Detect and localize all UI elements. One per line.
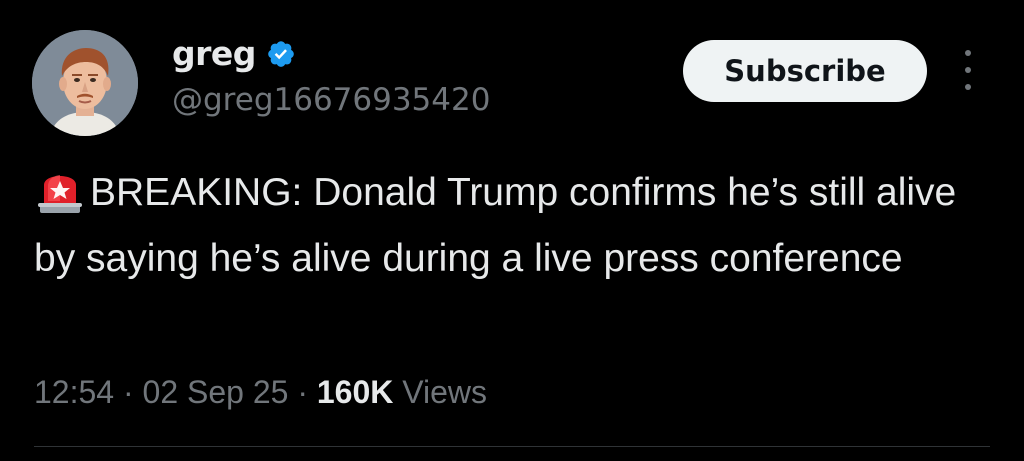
subscribe-button[interactable]: Subscribe — [683, 40, 927, 102]
display-name[interactable]: greg — [172, 34, 256, 74]
more-dot — [965, 67, 971, 73]
profile-photo-icon — [32, 30, 138, 136]
more-dot — [965, 84, 971, 90]
meta-separator: · — [297, 374, 308, 410]
author-name-row[interactable]: greg — [172, 34, 296, 74]
meta-separator: · — [122, 374, 134, 410]
tweet-card: greg @greg16676935420 Subscribe BREAKING… — [0, 0, 1024, 461]
tweet-text: BREAKING: Donald Trump confirms he’s sti… — [34, 160, 994, 292]
tweet-date[interactable]: 02 Sep 25 — [143, 374, 289, 410]
user-handle[interactable]: @greg16676935420 — [172, 80, 490, 120]
views-label: Views — [402, 374, 488, 410]
verified-badge-icon[interactable] — [266, 39, 296, 69]
avatar[interactable] — [32, 30, 138, 136]
divider — [34, 446, 990, 447]
tweet-time[interactable]: 12:54 — [34, 374, 114, 410]
more-options-icon[interactable] — [958, 50, 978, 90]
siren-icon — [34, 163, 86, 215]
views-count: 160K — [316, 374, 394, 410]
tweet-body: BREAKING: Donald Trump confirms he’s sti… — [34, 171, 957, 280]
more-dot — [965, 50, 971, 56]
tweet-meta: 12:54 · 02 Sep 25 · 160K Views — [34, 370, 487, 414]
